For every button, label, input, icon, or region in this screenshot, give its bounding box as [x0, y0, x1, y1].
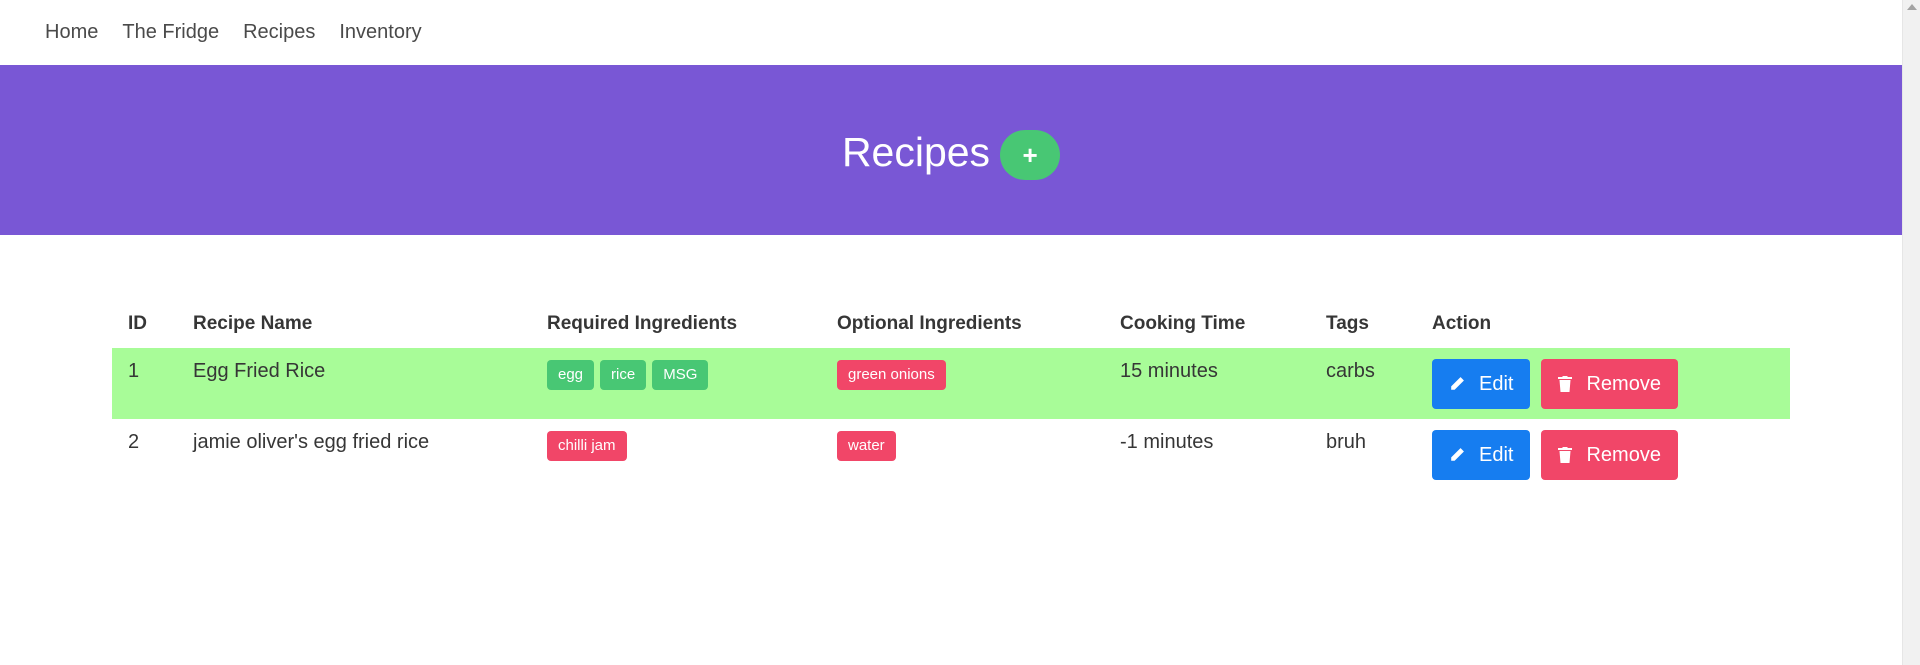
trash-icon	[1558, 376, 1573, 392]
header-required-ingredients: Required Ingredients	[547, 313, 738, 334]
optional-ingredient-tag: water	[837, 431, 896, 461]
hero-content: Recipes +	[841, 124, 1061, 180]
scroll-up-arrow-icon[interactable]	[1907, 4, 1917, 10]
row-actions: Edit Remove	[1432, 430, 1774, 480]
table-header: ID Recipe Name Required Ingredients Opti…	[112, 300, 1790, 348]
cell-required-ingredients: egg rice MSG	[531, 348, 821, 419]
cell-required-ingredients: chilli jam	[531, 419, 821, 490]
optional-ingredient-tag: green onions	[837, 360, 946, 390]
required-ingredient-tag: rice	[600, 360, 647, 390]
add-recipe-button[interactable]: +	[1000, 130, 1061, 180]
cell-optional-ingredients: green onions	[821, 348, 1104, 419]
table-body: 1 Egg Fried Rice egg rice MSG green onions…	[112, 348, 1790, 490]
page: Home The Fridge Recipes Inventory Recipe…	[0, 0, 1920, 665]
cell-tags: carbs	[1310, 348, 1416, 419]
cell-cooking-time: -1 minutes	[1120, 431, 1214, 453]
cell-recipe-name: Egg Fried Rice	[177, 348, 531, 419]
remove-button[interactable]: Remove	[1541, 430, 1678, 480]
page-title: Recipes	[841, 128, 991, 175]
row-actions: Edit Remove	[1432, 359, 1774, 409]
pencil-icon	[1451, 377, 1464, 390]
cell-id: 1	[112, 348, 177, 419]
vertical-scrollbar[interactable]	[1902, 0, 1920, 665]
cell-id: 2	[128, 431, 140, 453]
header-cooking-time: Cooking Time	[1120, 313, 1246, 334]
remove-button-label: Remove	[1586, 443, 1661, 466]
remove-button[interactable]: Remove	[1541, 359, 1678, 409]
edit-button-label: Edit	[1479, 443, 1514, 466]
cell-cooking-time: 15 minutes	[1104, 348, 1310, 419]
header-tags: Tags	[1326, 313, 1369, 334]
header-row: ID Recipe Name Required Ingredients Opti…	[112, 300, 1790, 348]
cell-action: Edit Remove	[1416, 348, 1790, 419]
nav-item-recipes[interactable]: Recipes	[231, 0, 327, 65]
nav-item-home[interactable]: Home	[33, 0, 110, 65]
hero-banner: Recipes +	[0, 65, 1902, 235]
header-recipe-name: Recipe Name	[193, 313, 313, 334]
table-row[interactable]: 2 jamie oliver's egg fried rice chilli j…	[112, 419, 1790, 490]
header-id: ID	[128, 313, 147, 334]
required-ingredient-tag: MSG	[652, 360, 709, 390]
edit-button-label: Edit	[1479, 372, 1514, 395]
required-ingredient-tag: chilli jam	[547, 431, 627, 461]
cell-action: Edit Remove	[1416, 419, 1790, 490]
header-action: Action	[1432, 313, 1492, 334]
recipes-table: ID Recipe Name Required Ingredients Opti…	[112, 300, 1790, 490]
cell-optional-ingredients: water	[821, 419, 1104, 490]
edit-button[interactable]: Edit	[1432, 430, 1531, 480]
cell-recipe-name: jamie oliver's egg fried rice	[193, 431, 430, 453]
required-ingredient-tag: egg	[547, 360, 595, 390]
nav-item-inventory[interactable]: Inventory	[327, 0, 433, 65]
trash-icon	[1558, 447, 1573, 463]
nav-item-the-fridge[interactable]: The Fridge	[110, 0, 231, 65]
cell-tags: bruh	[1326, 431, 1367, 453]
header-optional-ingredients: Optional Ingredients	[837, 313, 1022, 334]
table-row[interactable]: 1 Egg Fried Rice egg rice MSG green onions…	[112, 348, 1790, 419]
edit-button[interactable]: Edit	[1432, 359, 1531, 409]
pencil-icon	[1451, 448, 1464, 461]
remove-button-label: Remove	[1586, 372, 1661, 395]
navbar: Home The Fridge Recipes Inventory	[0, 0, 1902, 65]
recipes-table-container: ID Recipe Name Required Ingredients Opti…	[112, 300, 1790, 490]
